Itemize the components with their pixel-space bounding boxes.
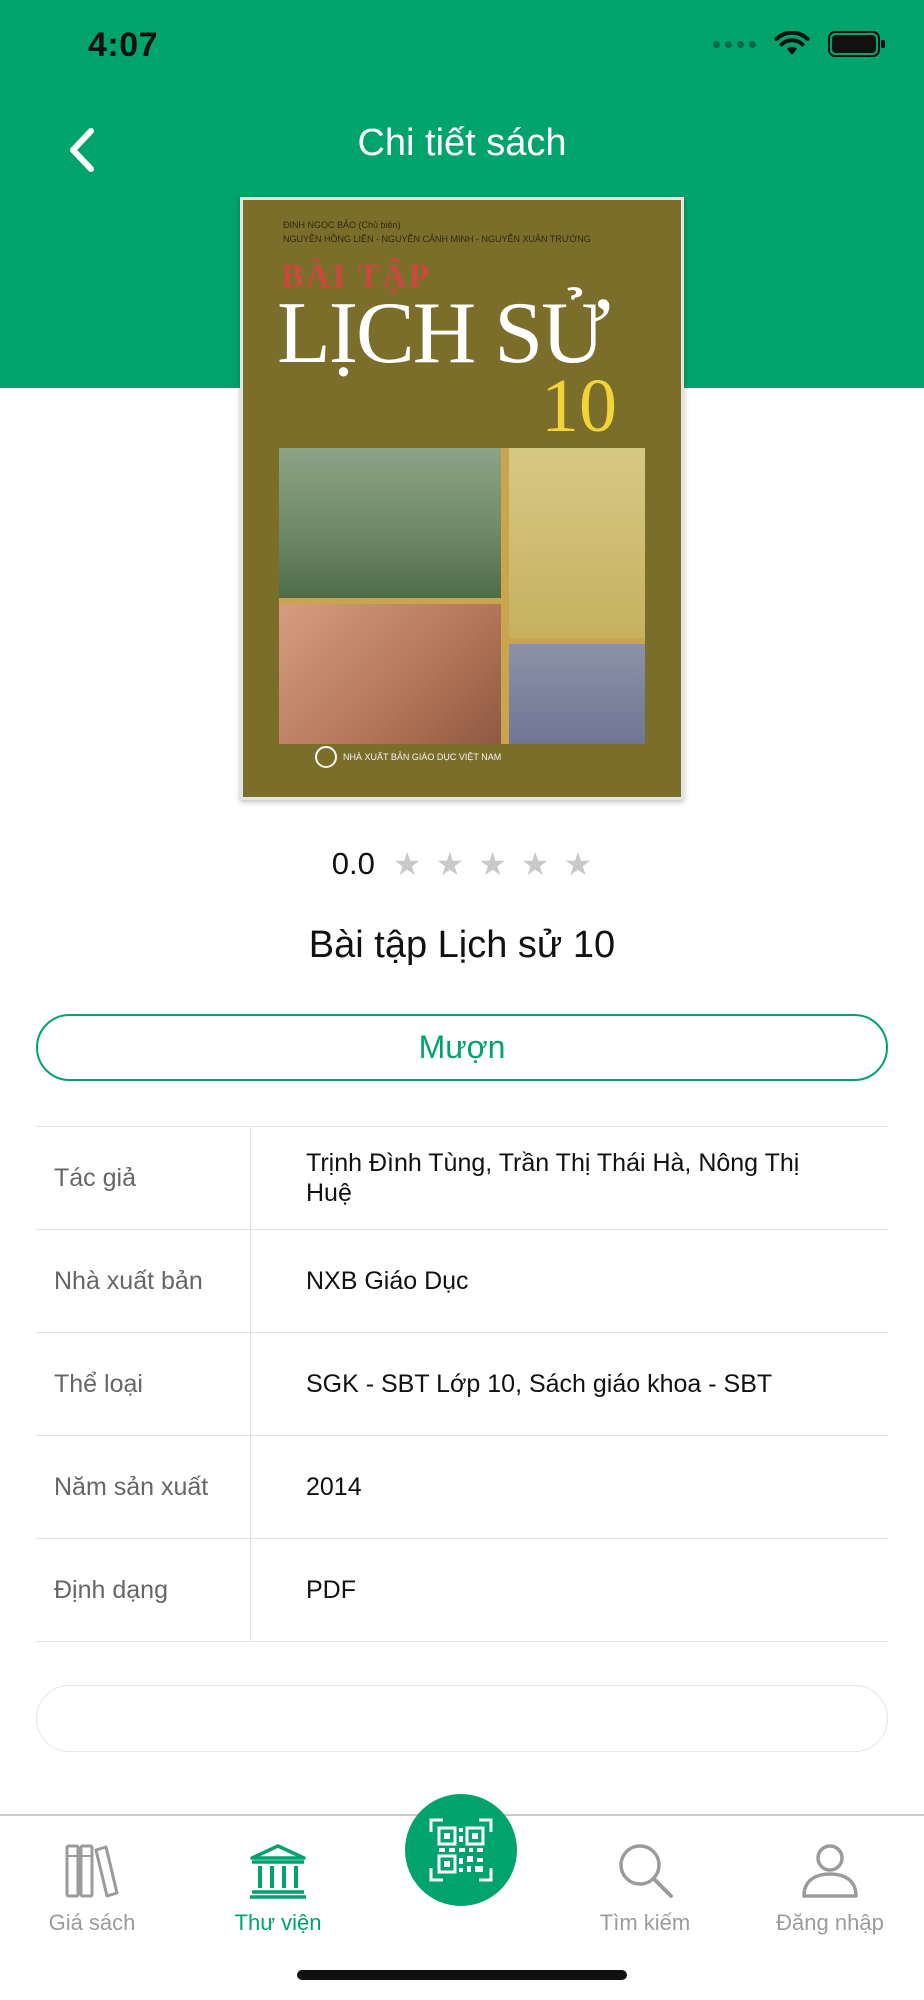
detail-label: Nhà xuất bản <box>36 1230 251 1332</box>
detail-label: Tác giả <box>36 1127 251 1229</box>
user-icon <box>802 1844 858 1898</box>
tab-label: Giá sách <box>48 1910 136 1935</box>
detail-row-author: Tác giả Trịnh Đình Tùng, Trần Thị Thái H… <box>36 1127 888 1230</box>
tab-label: Đăng nhập <box>776 1910 884 1935</box>
qr-code-icon <box>429 1818 493 1882</box>
rating-value: 0.0 <box>331 846 375 881</box>
empty-action-button[interactable] <box>36 1685 888 1752</box>
detail-value: PDF <box>306 1576 356 1604</box>
status-time: 4:07 <box>88 26 159 64</box>
detail-label: Thể loại <box>36 1333 251 1435</box>
borrow-button[interactable]: Mượn <box>36 1014 888 1081</box>
cover-art-machine <box>509 644 645 744</box>
rating: 0.0 ★ ★ ★ ★ ★ <box>0 846 924 882</box>
cover-art-dragon <box>279 604 501 744</box>
library-icon <box>250 1844 306 1899</box>
star-icon[interactable]: ★ <box>521 848 550 880</box>
star-icon[interactable]: ★ <box>478 848 507 880</box>
cover-artwork <box>279 448 645 744</box>
book-cover-image: ĐINH NGỌC BẢO (Chủ biên) NGUYỄN HỒNG LIÊ… <box>240 197 684 800</box>
wifi-icon <box>774 31 810 55</box>
page-title: Chi tiết sách <box>357 122 567 164</box>
tab-search[interactable]: Tìm kiếm <box>553 1830 737 1936</box>
cover-art-temple <box>279 448 501 598</box>
tab-bookshelf[interactable]: Giá sách <box>0 1830 184 1936</box>
tab-library[interactable]: Thư viện <box>186 1830 370 1936</box>
detail-label: Định dạng <box>36 1539 251 1641</box>
star-icon[interactable]: ★ <box>393 848 422 880</box>
battery-icon <box>828 31 885 57</box>
detail-row-publisher: Nhà xuất bản NXB Giáo Dục <box>36 1230 888 1333</box>
tab-label: Tìm kiếm <box>599 1910 691 1935</box>
publisher-logo <box>315 746 337 768</box>
tab-login[interactable]: Đăng nhập <box>738 1830 922 1936</box>
home-indicator <box>297 1970 627 1980</box>
star-icon[interactable]: ★ <box>564 848 593 880</box>
cover-art-harbor <box>509 448 645 638</box>
cover-publisher: NHÀ XUẤT BẢN GIÁO DỤC VIỆT NAM <box>343 752 502 762</box>
status-indicators <box>713 30 886 58</box>
cellular-signal-icon <box>713 40 756 48</box>
detail-value: Trịnh Đình Tùng, Trần Thị Thái Hà, Nông … <box>306 1149 800 1207</box>
book-title: Bài tập Lịch sử 10 <box>308 924 616 966</box>
detail-row-format: Định dạng PDF <box>36 1539 888 1642</box>
qr-scan-button[interactable] <box>405 1794 517 1906</box>
tab-label: Thư viện <box>234 1910 322 1935</box>
detail-value: NXB Giáo Dục <box>306 1267 469 1295</box>
detail-label: Năm sản xuất <box>36 1436 251 1538</box>
detail-row-year: Năm sản xuất 2014 <box>36 1436 888 1539</box>
detail-value: SGK - SBT Lớp 10, Sách giáo khoa - SBT <box>306 1370 773 1398</box>
detail-value: 2014 <box>306 1473 362 1501</box>
detail-row-category: Thể loại SGK - SBT Lớp 10, Sách giáo kho… <box>36 1333 888 1436</box>
book-details-table: Tác giả Trịnh Đình Tùng, Trần Thị Thái H… <box>36 1126 888 1642</box>
cover-grade: 10 <box>541 364 617 448</box>
search-icon <box>619 1844 673 1898</box>
star-icon[interactable]: ★ <box>436 848 465 880</box>
bookshelf-icon <box>65 1844 119 1898</box>
cover-credits: ĐINH NGỌC BẢO (Chủ biên) NGUYỄN HỒNG LIÊ… <box>283 220 591 244</box>
